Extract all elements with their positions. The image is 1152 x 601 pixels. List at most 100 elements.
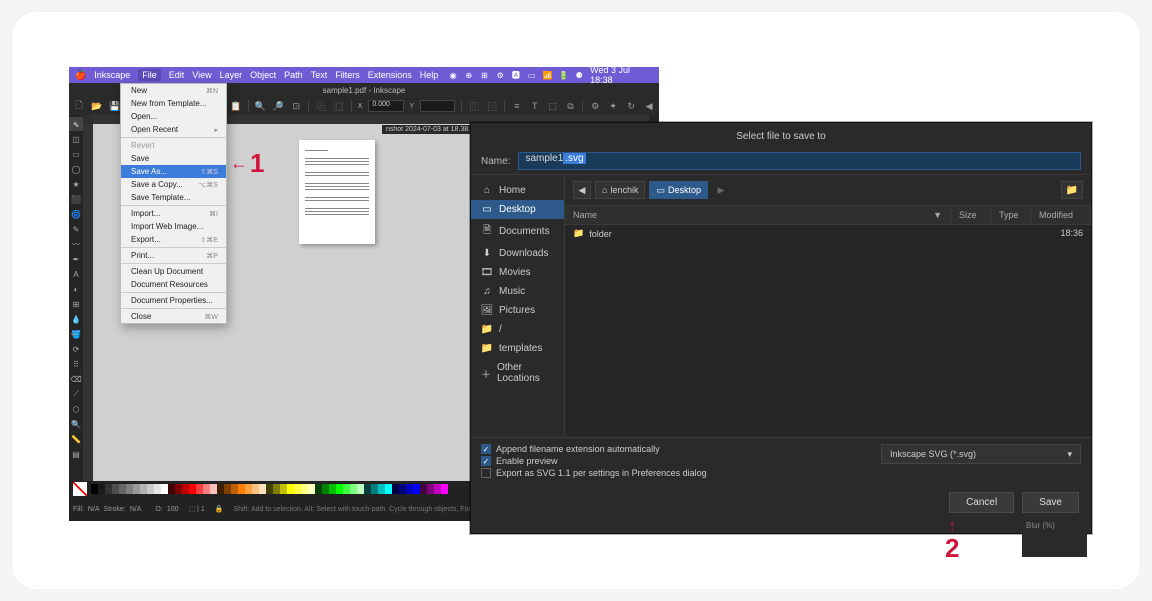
sidebar-item[interactable]: ⌂Home: [471, 181, 564, 200]
duplicate-icon[interactable]: ⿻: [315, 99, 327, 113]
app-name[interactable]: Inkscape: [94, 70, 130, 80]
color-swatch[interactable]: [315, 484, 322, 494]
menu-filters[interactable]: Filters: [335, 70, 360, 80]
color-swatch[interactable]: [210, 484, 217, 494]
menu-object[interactable]: Object: [250, 70, 276, 80]
connector-tool-icon[interactable]: ⟋: [69, 387, 83, 401]
spray-tool-icon[interactable]: ⠿: [69, 357, 83, 371]
menu-path[interactable]: Path: [284, 70, 303, 80]
y-input[interactable]: [420, 100, 455, 112]
color-swatch[interactable]: [133, 484, 140, 494]
col-size[interactable]: Size: [951, 206, 991, 224]
color-swatch[interactable]: [175, 484, 182, 494]
menu-item[interactable]: Clean Up Document: [121, 265, 226, 278]
open-icon[interactable]: 📂: [91, 99, 103, 113]
menu-item[interactable]: Save As...⇧⌘S: [121, 165, 226, 178]
menu-layer[interactable]: Layer: [220, 70, 243, 80]
sys-icon[interactable]: ⚙: [495, 70, 505, 80]
color-swatch[interactable]: [259, 484, 266, 494]
menu-file[interactable]: File: [138, 69, 161, 81]
battery-icon[interactable]: 🔋: [558, 70, 568, 80]
color-swatch[interactable]: [224, 484, 231, 494]
color-swatch[interactable]: [161, 484, 168, 494]
color-swatch[interactable]: [336, 484, 343, 494]
chevron-left-icon[interactable]: ◀: [643, 99, 655, 113]
color-swatch[interactable]: [217, 484, 224, 494]
menu-item[interactable]: Open Recent▸: [121, 123, 226, 136]
menu-view[interactable]: View: [192, 70, 211, 80]
color-swatch[interactable]: [343, 484, 350, 494]
color-swatch[interactable]: [252, 484, 259, 494]
clone-icon[interactable]: ⿴: [333, 99, 345, 113]
back-button[interactable]: ◀: [573, 181, 591, 199]
color-swatch[interactable]: [154, 484, 161, 494]
rotate-icon[interactable]: ↻: [625, 99, 637, 113]
zoom-in-icon[interactable]: 🔍: [255, 99, 267, 113]
format-dropdown[interactable]: Inkscape SVG (*.svg)▾: [881, 444, 1081, 464]
new-folder-button[interactable]: 📁: [1061, 181, 1083, 199]
circle-tool-icon[interactable]: ◯: [69, 162, 83, 176]
color-swatch[interactable]: [385, 484, 392, 494]
xml-icon[interactable]: ⬚: [547, 99, 559, 113]
eraser-tool-icon[interactable]: ⌫: [69, 372, 83, 386]
file-row[interactable]: 📁folder18:36: [565, 225, 1091, 242]
sys-icon[interactable]: ◉: [448, 70, 458, 80]
menu-item[interactable]: New from Template...: [121, 97, 226, 110]
menu-text[interactable]: Text: [311, 70, 328, 80]
color-swatch[interactable]: [357, 484, 364, 494]
sidebar-item[interactable]: 🖼Pictures: [471, 301, 564, 320]
menu-extensions[interactable]: Extensions: [368, 70, 412, 80]
color-swatch[interactable]: [182, 484, 189, 494]
measure-tool-icon[interactable]: 📏: [69, 432, 83, 446]
rect-tool-icon[interactable]: ▭: [69, 147, 83, 161]
menu-help[interactable]: Help: [420, 70, 439, 80]
color-swatch[interactable]: [294, 484, 301, 494]
color-swatch[interactable]: [441, 484, 448, 494]
lpe-tool-icon[interactable]: ⬡: [69, 402, 83, 416]
lock-icon[interactable]: 🔒: [215, 505, 224, 513]
color-swatch[interactable]: [427, 484, 434, 494]
clock[interactable]: Wed 3 Jul 18:38: [590, 65, 653, 85]
color-swatch[interactable]: [231, 484, 238, 494]
color-swatch[interactable]: [434, 484, 441, 494]
zoom-tool-icon[interactable]: 🔍: [69, 417, 83, 431]
sys-icon[interactable]: ⊕: [464, 70, 474, 80]
pencil-tool-icon[interactable]: ✎: [69, 222, 83, 236]
zoom-out-icon[interactable]: 🔎: [272, 99, 284, 113]
menu-item[interactable]: Import...⌘I: [121, 207, 226, 220]
color-swatch[interactable]: [378, 484, 385, 494]
menu-item[interactable]: New⌘N: [121, 84, 226, 97]
star-tool-icon[interactable]: ★: [69, 177, 83, 191]
sidebar-item[interactable]: ⬇Downloads: [471, 244, 564, 263]
menu-item[interactable]: Export...⇧⌘E: [121, 233, 226, 246]
control-center-icon[interactable]: ⚈: [574, 70, 584, 80]
menu-item[interactable]: Print...⌘P: [121, 249, 226, 262]
color-swatch[interactable]: [126, 484, 133, 494]
color-swatch[interactable]: [301, 484, 308, 494]
color-swatch[interactable]: [238, 484, 245, 494]
color-swatch[interactable]: [112, 484, 119, 494]
cancel-button[interactable]: Cancel: [949, 492, 1014, 513]
color-swatch[interactable]: [329, 484, 336, 494]
sidebar-item[interactable]: ♫Music: [471, 282, 564, 301]
color-swatch[interactable]: [203, 484, 210, 494]
menu-item[interactable]: Save: [121, 152, 226, 165]
layer-indicator[interactable]: ⬚ | 1: [189, 505, 205, 513]
sidebar-item[interactable]: 📁/: [471, 320, 564, 339]
node-tool-icon[interactable]: ◫: [69, 132, 83, 146]
bezier-tool-icon[interactable]: 〰: [69, 237, 83, 251]
menu-item[interactable]: Close⌘W: [121, 310, 226, 323]
menu-item[interactable]: Save a Copy...⌥⌘S: [121, 178, 226, 191]
color-swatch[interactable]: [392, 484, 399, 494]
paste-icon[interactable]: 📋: [230, 99, 242, 113]
col-modified[interactable]: Modified: [1031, 206, 1091, 224]
color-swatch[interactable]: [273, 484, 280, 494]
zoom-fit-icon[interactable]: ⊡: [290, 99, 302, 113]
x-input[interactable]: 0.000: [368, 100, 403, 112]
color-swatch[interactable]: [189, 484, 196, 494]
dropper-tool-icon[interactable]: 💧: [69, 312, 83, 326]
color-swatch[interactable]: [91, 484, 98, 494]
color-swatch[interactable]: [147, 484, 154, 494]
menu-item[interactable]: Document Resources: [121, 278, 226, 291]
breadcrumb-parent[interactable]: ⌂lenchik: [595, 181, 645, 199]
